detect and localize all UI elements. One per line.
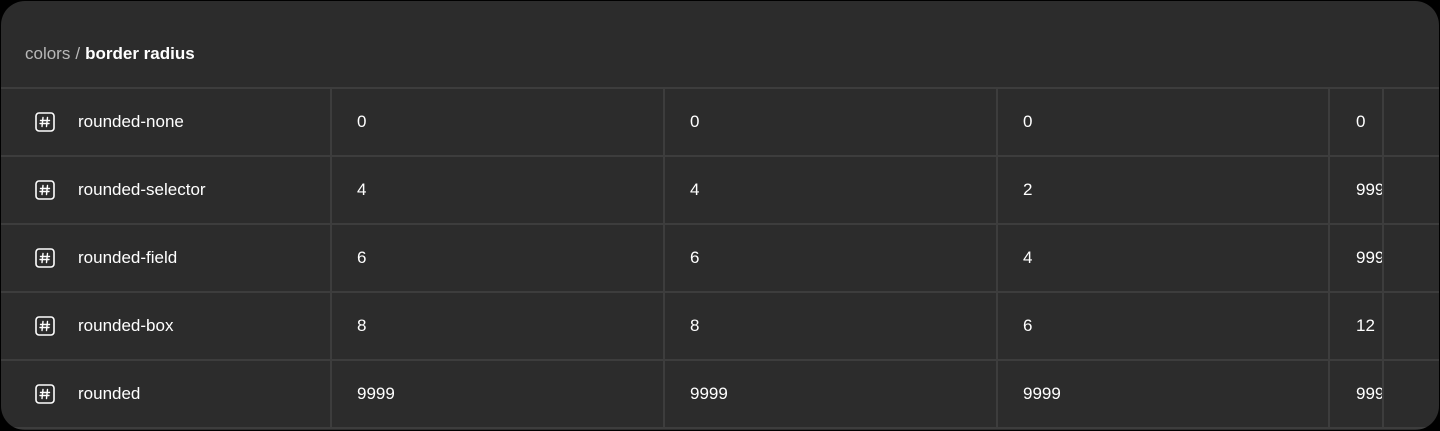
breadcrumb-current: border radius [85, 44, 195, 63]
value-text: 2 [1023, 180, 1033, 199]
variable-name-cell[interactable]: rounded-field [1, 225, 330, 291]
table-row[interactable]: rounded 9999 9999 9999 9999 [1, 361, 1439, 429]
value-cell[interactable]: 4 [663, 157, 996, 223]
value-text: 9999 [1023, 384, 1061, 403]
value-text: 9999 [690, 384, 728, 403]
variable-name: rounded-box [78, 316, 174, 335]
value-text: 9999 [357, 384, 395, 403]
variable-name: rounded-selector [78, 180, 206, 199]
value-text: 0 [357, 112, 367, 131]
value-text: 8 [690, 316, 700, 335]
value-text: 9999 [1356, 384, 1384, 403]
value-cell[interactable]: 9999 [996, 361, 1329, 427]
value-cell[interactable]: 9999 [1328, 157, 1384, 223]
variable-name: rounded-none [78, 112, 184, 131]
value-text: 9999 [1356, 180, 1384, 199]
value-cell[interactable]: 0 [663, 89, 996, 155]
breadcrumb: colors / border radius [25, 43, 195, 65]
value-cell[interactable]: 9999 [663, 361, 996, 427]
hash-variable-icon [35, 248, 55, 268]
variables-table: rounded-none 0 0 0 0 rounded-selector 4 … [1, 89, 1439, 429]
variables-panel: colors / border radius rounded-none 0 0 0 … [1, 1, 1439, 430]
value-cell[interactable]: 8 [663, 293, 996, 359]
value-cell[interactable]: 8 [330, 293, 663, 359]
value-text: 6 [690, 248, 700, 267]
variable-name: rounded [78, 384, 141, 403]
variable-name-cell[interactable]: rounded-none [1, 89, 330, 155]
value-cell[interactable]: 9999 [330, 361, 663, 427]
hash-variable-icon [35, 384, 55, 404]
value-text: 12 [1356, 316, 1375, 335]
value-cell[interactable]: 4 [330, 157, 663, 223]
breadcrumb-parent[interactable]: colors [25, 44, 70, 63]
value-text: 0 [1356, 112, 1366, 131]
variable-name-cell[interactable]: rounded-selector [1, 157, 330, 223]
value-text: 0 [690, 112, 700, 131]
value-cell[interactable]: 12 [1328, 293, 1384, 359]
value-text: 8 [357, 316, 367, 335]
value-text: 9999 [1356, 248, 1384, 267]
value-text: 6 [357, 248, 367, 267]
variable-name-cell[interactable]: rounded [1, 361, 330, 427]
value-cell[interactable]: 0 [1328, 89, 1384, 155]
panel-header: colors / border radius [1, 1, 1439, 89]
value-cell[interactable]: 6 [996, 293, 1329, 359]
variable-name-cell[interactable]: rounded-box [1, 293, 330, 359]
value-cell[interactable]: 0 [996, 89, 1329, 155]
breadcrumb-separator: / [75, 44, 81, 63]
value-text: 6 [1023, 316, 1033, 335]
value-cell[interactable]: 9999 [1328, 361, 1384, 427]
value-text: 0 [1023, 112, 1033, 131]
hash-variable-icon [35, 112, 55, 132]
table-row[interactable]: rounded-none 0 0 0 0 [1, 89, 1439, 157]
table-row[interactable]: rounded-box 8 8 6 12 [1, 293, 1439, 361]
value-cell[interactable]: 9999 [1328, 225, 1384, 291]
value-cell[interactable]: 6 [663, 225, 996, 291]
variable-name: rounded-field [78, 248, 178, 267]
table-row[interactable]: rounded-selector 4 4 2 9999 [1, 157, 1439, 225]
value-text: 4 [690, 180, 700, 199]
value-cell[interactable]: 2 [996, 157, 1329, 223]
hash-variable-icon [35, 180, 55, 200]
value-cell[interactable]: 0 [330, 89, 663, 155]
value-text: 4 [357, 180, 367, 199]
table-row[interactable]: rounded-field 6 6 4 9999 [1, 225, 1439, 293]
hash-variable-icon [35, 316, 55, 336]
value-cell[interactable]: 4 [996, 225, 1329, 291]
value-cell[interactable]: 6 [330, 225, 663, 291]
value-text: 4 [1023, 248, 1033, 267]
